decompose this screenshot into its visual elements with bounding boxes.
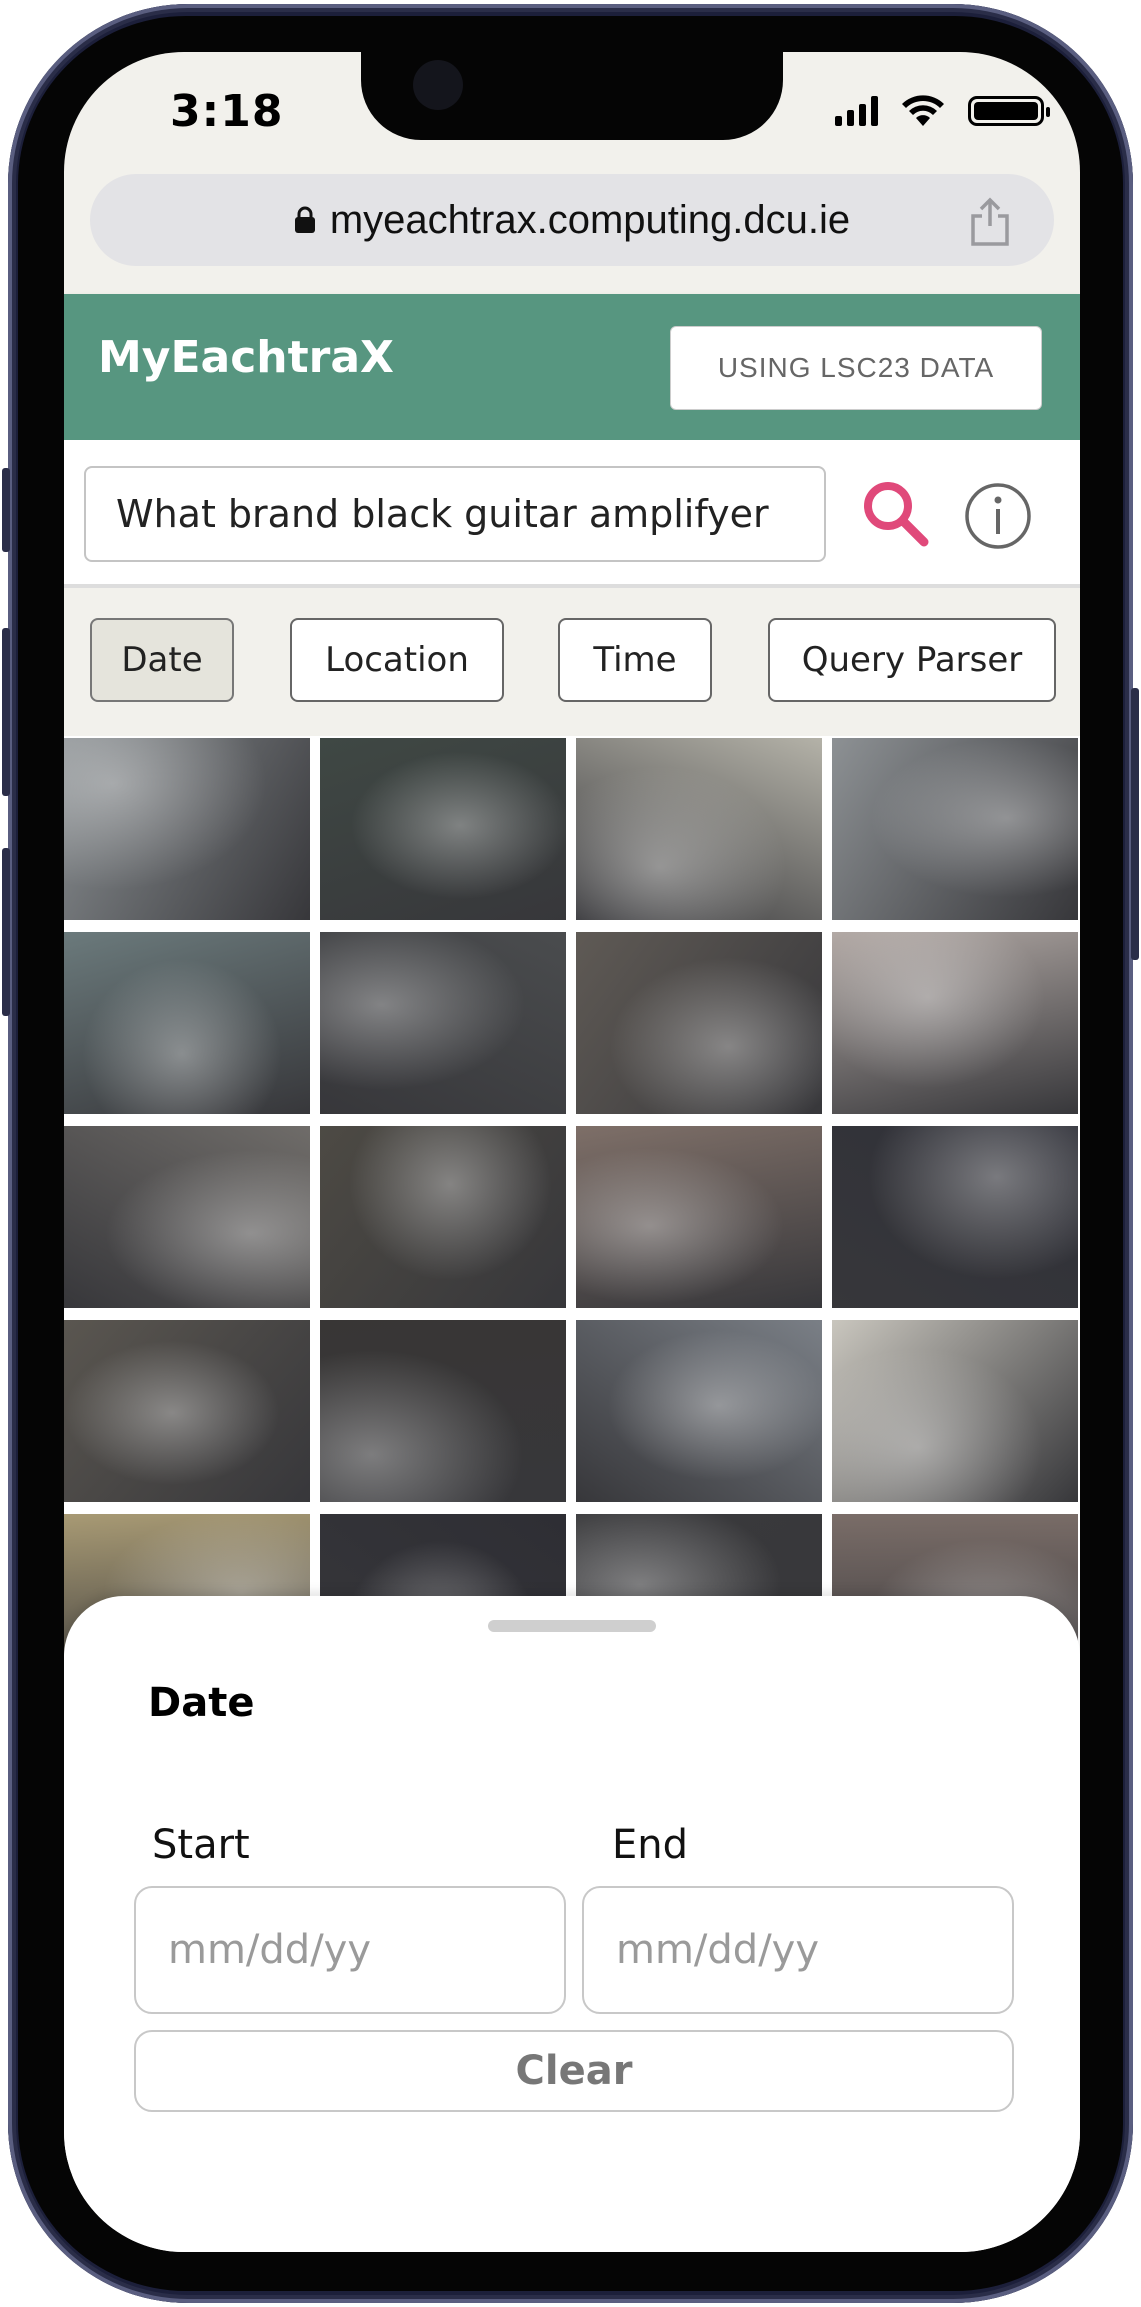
status-icons — [835, 94, 1050, 128]
image-thumbnail[interactable] — [576, 738, 822, 920]
image-thumbnail[interactable] — [320, 1126, 566, 1308]
info-icon[interactable] — [964, 482, 1032, 550]
image-thumbnail[interactable] — [320, 1320, 566, 1502]
image-thumbnail[interactable] — [576, 1320, 822, 1502]
mute-switch — [2, 468, 10, 552]
image-thumbnail[interactable] — [320, 738, 566, 920]
front-camera — [413, 60, 463, 110]
date-filter-sheet: Date Start End mm/dd/yy mm/dd/yy Clear — [64, 1596, 1080, 2252]
clear-button[interactable]: Clear — [134, 2030, 1014, 2112]
image-thumbnail[interactable] — [64, 738, 310, 920]
device-frame: 3:18 myeachtrax.computing.dcu.ie MyEacht… — [0, 0, 1141, 2307]
wifi-icon — [902, 95, 944, 126]
image-thumbnail[interactable] — [64, 1126, 310, 1308]
end-date-input[interactable]: mm/dd/yy — [582, 1886, 1014, 2014]
filter-date-button[interactable]: Date — [90, 618, 234, 702]
status-time: 3:18 — [170, 86, 284, 137]
search-input[interactable]: What brand black guitar amplifyer — [84, 466, 826, 562]
address-bar[interactable]: myeachtrax.computing.dcu.ie — [90, 174, 1054, 266]
start-label: Start — [152, 1822, 250, 1868]
sheet-drag-handle[interactable] — [488, 1620, 656, 1632]
image-thumbnail[interactable] — [64, 932, 310, 1114]
app-title: MyEachtraX — [98, 332, 394, 383]
filter-query-parser-button[interactable]: Query Parser — [768, 618, 1056, 702]
notch — [361, 52, 783, 140]
filter-bar: Date Location Time Query Parser — [64, 588, 1080, 722]
start-date-input[interactable]: mm/dd/yy — [134, 1886, 566, 2014]
lock-icon — [294, 206, 315, 233]
filter-location-button[interactable]: Location — [290, 618, 504, 702]
cellular-signal-icon — [835, 96, 878, 126]
image-grid — [64, 736, 1080, 1696]
power-button — [1131, 688, 1139, 960]
image-thumbnail[interactable] — [320, 932, 566, 1114]
filter-time-button[interactable]: Time — [558, 618, 712, 702]
image-thumbnail[interactable] — [576, 932, 822, 1114]
image-thumbnail[interactable] — [576, 1126, 822, 1308]
image-thumbnail[interactable] — [832, 738, 1078, 920]
search-icon[interactable] — [860, 478, 932, 550]
volume-down-button — [2, 848, 10, 1016]
search-row: What brand black guitar amplifyer — [64, 440, 1080, 588]
volume-up-button — [2, 628, 10, 796]
url-text: myeachtrax.computing.dcu.ie — [329, 197, 851, 242]
image-thumbnail[interactable] — [832, 1126, 1078, 1308]
screen: 3:18 myeachtrax.computing.dcu.ie MyEacht… — [64, 52, 1080, 2252]
sheet-title: Date — [148, 1680, 255, 1726]
end-label: End — [612, 1822, 689, 1868]
image-thumbnail[interactable] — [832, 1320, 1078, 1502]
dataset-button[interactable]: USING LSC23 DATA — [670, 326, 1042, 410]
battery-icon — [968, 96, 1050, 126]
share-icon[interactable] — [968, 196, 1012, 248]
image-thumbnail[interactable] — [832, 932, 1078, 1114]
app-header: MyEachtraX USING LSC23 DATA — [64, 294, 1080, 440]
image-thumbnail[interactable] — [64, 1320, 310, 1502]
